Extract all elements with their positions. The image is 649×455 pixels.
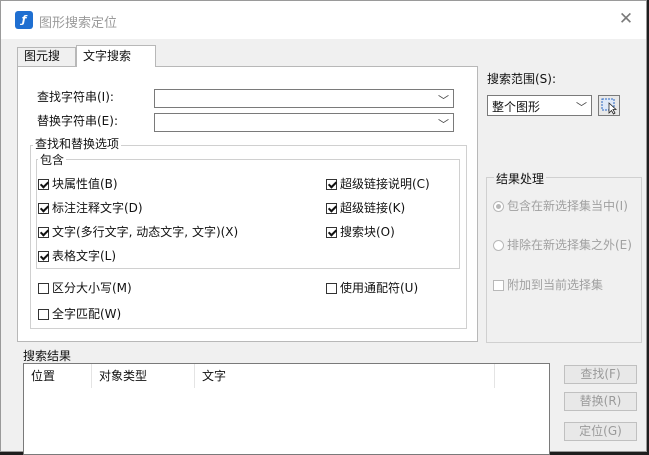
checkbox-empty-icon[interactable] [38, 309, 49, 320]
text-search-panel: 查找字符串(I): ﹀ 替换字符串(E): ﹀ 查找和替换选项 包含 块属性值(… [17, 66, 478, 342]
search-scope-select[interactable]: 整个图形 ﹀ [487, 95, 592, 116]
checkbox-match-case[interactable]: 区分大小写(M) [38, 280, 132, 296]
find-button[interactable]: 查找(F) [564, 365, 637, 384]
checkbox-checked-icon[interactable] [326, 179, 337, 190]
tab-entity-search[interactable]: 图元搜索 [17, 47, 76, 80]
search-locate-dialog: ƒ 图形搜索定位 ✕ 图元搜索 文字搜索 查找字符串(I): ﹀ 替换字符串(E… [0, 0, 647, 455]
result-handling-title: 结果处理 [494, 170, 547, 187]
checkbox-checked-icon[interactable] [38, 227, 49, 238]
find-replace-options-title: 查找和替换选项 [33, 137, 122, 151]
checkbox-checked-icon[interactable] [38, 203, 49, 214]
select-objects-button[interactable] [598, 95, 620, 116]
checkbox-text[interactable]: 文字(多行文字, 动态文字, 文字)(X) [38, 224, 238, 240]
select-objects-icon [601, 98, 618, 115]
radio-empty-icon[interactable] [493, 240, 504, 251]
chevron-down-icon[interactable]: ﹀ [438, 116, 449, 132]
find-string-combo[interactable]: ﹀ [154, 89, 454, 108]
checkbox-whole-word[interactable]: 全字匹配(W) [38, 306, 121, 322]
checkbox-hyperlink[interactable]: 超级链接(K) [326, 200, 405, 216]
checkbox-checked-icon[interactable] [38, 251, 49, 262]
app-icon: ƒ [15, 11, 33, 29]
checkbox-table-text[interactable]: 表格文字(L) [38, 248, 116, 264]
locate-button[interactable]: 定位(G) [564, 422, 637, 441]
column-header-object-type[interactable]: 对象类型 [92, 364, 195, 388]
search-results-label: 搜索结果 [23, 349, 72, 363]
chevron-down-icon[interactable]: ﹀ [438, 92, 449, 108]
chevron-down-icon[interactable]: ﹀ [576, 99, 587, 115]
find-string-label: 查找字符串(I): [37, 90, 114, 104]
checkbox-checked-icon[interactable] [326, 227, 337, 238]
window-title: 图形搜索定位 [39, 16, 118, 31]
checkbox-wildcards[interactable]: 使用通配符(U) [326, 280, 418, 296]
checkbox-empty-icon[interactable] [38, 283, 49, 294]
replace-string-label: 替换字符串(E): [37, 114, 118, 128]
tab-text-search[interactable]: 文字搜索 [76, 45, 156, 67]
checkbox-dimension-text[interactable]: 标注注释文字(D) [38, 200, 143, 216]
search-results-list[interactable]: 位置 对象类型 文字 [23, 363, 550, 455]
checkbox-block-attribute[interactable]: 块属性值(B) [38, 176, 118, 192]
radio-include-new-selection[interactable]: 包含在新选择集当中(I) [493, 198, 628, 214]
checkbox-search-block[interactable]: 搜索块(O) [326, 224, 395, 240]
replace-button[interactable]: 替换(R) [564, 392, 637, 411]
radio-exclude-new-selection[interactable]: 排除在新选择集之外(E) [493, 237, 632, 253]
title-bar: ƒ 图形搜索定位 ✕ [1, 1, 646, 39]
checkbox-empty-icon[interactable] [326, 283, 337, 294]
checkbox-checked-icon[interactable] [326, 203, 337, 214]
checkbox-hyperlink-desc[interactable]: 超级链接说明(C) [326, 176, 430, 192]
replace-string-combo[interactable]: ﹀ [154, 113, 454, 132]
close-icon[interactable]: ✕ [616, 9, 636, 29]
column-header-text[interactable]: 文字 [195, 364, 495, 388]
search-scope-value: 整个图形 [492, 100, 541, 114]
checkbox-empty-icon[interactable] [493, 280, 504, 291]
search-scope-label: 搜索范围(S): [487, 72, 557, 86]
column-header-location[interactable]: 位置 [24, 364, 92, 388]
checkbox-checked-icon[interactable] [38, 179, 49, 190]
radio-selected-icon[interactable] [493, 201, 504, 212]
checkbox-append-selection[interactable]: 附加到当前选择集 [493, 277, 603, 293]
include-title: 包含 [38, 153, 67, 167]
